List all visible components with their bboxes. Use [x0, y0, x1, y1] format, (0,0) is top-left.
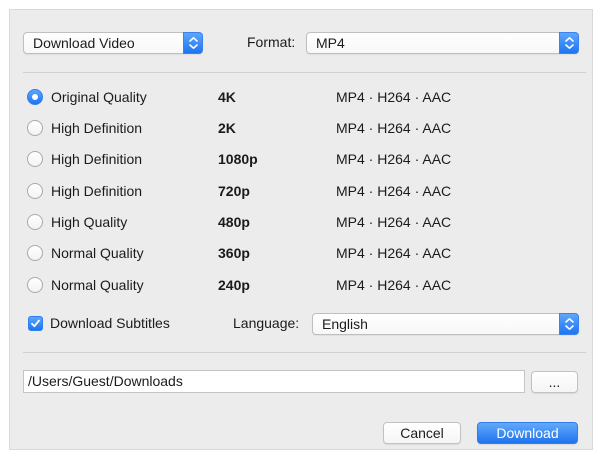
quality-name: High Quality	[51, 214, 128, 230]
quality-resolution: 1080p	[218, 151, 258, 167]
format-select[interactable]: MP4	[306, 32, 579, 54]
download-subtitles-label[interactable]: Download Subtitles	[50, 315, 170, 332]
radio-button[interactable]	[27, 214, 43, 230]
quality-resolution: 4K	[218, 89, 236, 105]
checkmark-icon	[31, 319, 40, 328]
quality-resolution: 720p	[218, 183, 250, 199]
quality-option-3[interactable]: High Definition 720p MP4 · H264 · AAC	[27, 182, 467, 202]
radio-button[interactable]	[27, 151, 43, 167]
quality-option-0[interactable]: Original Quality 4K MP4 · H264 · AAC	[27, 88, 467, 108]
radio-button[interactable]	[27, 245, 43, 261]
quality-name: High Definition	[51, 120, 143, 136]
top-separator	[23, 72, 586, 73]
quality-format: MP4 · H264 · AAC	[336, 277, 452, 293]
bottom-separator	[23, 352, 586, 353]
radio-button[interactable]	[27, 277, 43, 293]
download-dialog: Download Video Format: MP4 Original Qual…	[9, 9, 593, 450]
language-select[interactable]: English	[312, 313, 579, 335]
download-button[interactable]: Download	[477, 422, 578, 444]
quality-resolution: 2K	[218, 120, 236, 136]
quality-name: Normal Quality	[51, 245, 144, 261]
format-select-stepper-icon	[559, 32, 579, 54]
radio-button[interactable]	[27, 120, 43, 136]
mode-select[interactable]: Download Video	[23, 32, 203, 54]
quality-format: MP4 · H264 · AAC	[336, 151, 452, 167]
format-select-value: MP4	[316, 35, 345, 51]
download-subtitles-checkbox[interactable]	[28, 316, 43, 331]
quality-option-6[interactable]: Normal Quality 240p MP4 · H264 · AAC	[27, 276, 467, 296]
quality-resolution: 480p	[218, 214, 250, 230]
quality-option-4[interactable]: High Quality 480p MP4 · H264 · AAC	[27, 213, 467, 233]
quality-name: High Definition	[51, 183, 143, 199]
language-select-stepper-icon	[559, 313, 579, 335]
language-label: Language:	[233, 315, 300, 331]
mode-select-value: Download Video	[33, 35, 135, 51]
radio-button[interactable]	[27, 89, 43, 105]
quality-option-2[interactable]: High Definition 1080p MP4 · H264 · AAC	[27, 150, 467, 170]
browse-button[interactable]: ...	[531, 371, 578, 393]
language-select-value: English	[322, 316, 368, 332]
quality-name: Original Quality	[51, 89, 147, 105]
quality-name: Normal Quality	[51, 277, 144, 293]
quality-format: MP4 · H264 · AAC	[336, 245, 452, 261]
quality-name: High Definition	[51, 151, 143, 167]
download-path-field[interactable]: /Users/Guest/Downloads	[23, 370, 525, 393]
mode-select-stepper-icon	[183, 32, 203, 54]
radio-button[interactable]	[27, 183, 43, 199]
quality-format: MP4 · H264 · AAC	[336, 89, 452, 105]
quality-option-5[interactable]: Normal Quality 360p MP4 · H264 · AAC	[27, 244, 467, 264]
quality-format: MP4 · H264 · AAC	[336, 183, 452, 199]
quality-resolution: 360p	[218, 245, 250, 261]
cancel-button[interactable]: Cancel	[383, 422, 461, 444]
format-label: Format:	[247, 34, 296, 50]
quality-format: MP4 · H264 · AAC	[336, 214, 452, 230]
quality-option-1[interactable]: High Definition 2K MP4 · H264 · AAC	[27, 119, 467, 139]
quality-resolution: 240p	[218, 277, 250, 293]
quality-format: MP4 · H264 · AAC	[336, 120, 452, 136]
